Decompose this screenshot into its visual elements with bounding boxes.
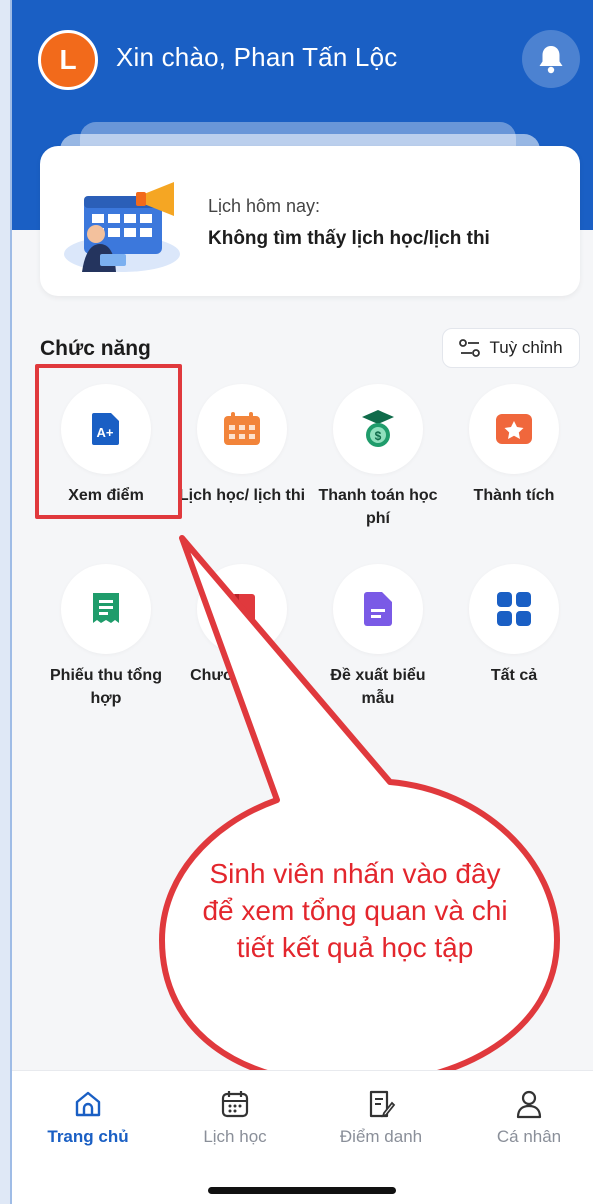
avatar[interactable]: L: [38, 30, 98, 90]
schedule-label: Lịch hôm nay:: [208, 196, 321, 216]
feature-icon-circle: [197, 384, 287, 474]
svg-text:$: $: [375, 429, 382, 443]
feature-label: Thành tích: [473, 487, 555, 504]
feature-icon-circle: [469, 384, 559, 474]
greeting-text: Xin chào, Phan Tấn Lộc: [116, 42, 398, 72]
annotation-callout-text: Sinh viên nhấn vào đây để xem tổng quan …: [202, 858, 508, 963]
feature-all[interactable]: Tất cả: [449, 564, 579, 687]
schedule-value: Không tìm thấy lịch học/lịch thi: [208, 228, 490, 249]
feature-schedule[interactable]: Lịch học/ lịch thi: [177, 384, 307, 507]
feature-icon-circle: [61, 564, 151, 654]
feature-label: Thanh toán học phí: [318, 487, 438, 527]
feature-achievements[interactable]: Thành tích: [449, 384, 579, 507]
schedule-illustration-icon: [64, 182, 180, 272]
annotation-highlight-box: [35, 364, 182, 519]
achievement-star-icon: [496, 414, 532, 444]
feature-icon-circle: [333, 564, 423, 654]
form-document-icon: [364, 592, 392, 626]
receipt-icon: [93, 593, 119, 623]
nav-label: Điểm danh: [339, 1127, 423, 1146]
tuition-coin-icon: $: [362, 410, 394, 447]
home-icon: [75, 1091, 101, 1117]
feature-tuition-payment[interactable]: $ Thanh toán học phí: [313, 384, 443, 530]
feature-label: Lịch học/ lịch thi: [178, 487, 306, 504]
user-icon: [516, 1090, 542, 1119]
nav-label: Trang chủ: [47, 1127, 129, 1146]
feature-receipts[interactable]: Phiếu thu tổng hợp: [41, 564, 171, 710]
sliders-icon: [459, 339, 481, 357]
feature-icon-circle: [197, 564, 287, 654]
nav-attendance[interactable]: Điểm danh: [321, 1089, 441, 1147]
all-apps-icon: [497, 592, 531, 626]
nav-schedule[interactable]: Lịch học: [175, 1089, 295, 1147]
calendar-grid-icon: [224, 412, 260, 445]
calendar-icon: [221, 1091, 249, 1118]
feature-label: Phiếu thu tổng hợp: [50, 667, 162, 707]
section-title: Chức năng: [40, 337, 151, 360]
today-schedule-card[interactable]: Lịch hôm nay: Không tìm thấy lịch học/lị…: [40, 146, 580, 296]
program-book-icon: [229, 594, 255, 624]
nav-label: Lịch học: [203, 1127, 267, 1146]
nav-profile[interactable]: Cá nhân: [469, 1089, 589, 1147]
feature-icon-circle: $: [333, 384, 423, 474]
feature-label: Đề xuất biểu mẫu: [330, 667, 426, 707]
customize-button[interactable]: Tuỳ chỉnh: [442, 328, 580, 368]
feature-icon-circle: [469, 564, 559, 654]
nav-home[interactable]: Trang chủ: [28, 1089, 148, 1147]
bottom-navigation: Trang chủ Lịch học Điểm danh Cá nhân: [12, 1070, 593, 1204]
feature-label: Chươ... khu...: [190, 667, 294, 684]
bell-icon: [539, 46, 563, 74]
notification-button[interactable]: [522, 30, 580, 88]
home-indicator[interactable]: [208, 1187, 396, 1194]
customize-label: Tuỳ chỉnh: [489, 338, 563, 357]
feature-label: Tất cả: [490, 667, 538, 684]
app-screen: L Xin chào, Phan Tấn Lộc Lịch hôm nay: K…: [10, 0, 593, 1204]
nav-label: Cá nhân: [496, 1127, 562, 1146]
feature-program[interactable]: Chươ... khu...: [177, 564, 307, 687]
attendance-icon: [369, 1090, 396, 1118]
feature-form-request[interactable]: Đề xuất biểu mẫu: [313, 564, 443, 710]
